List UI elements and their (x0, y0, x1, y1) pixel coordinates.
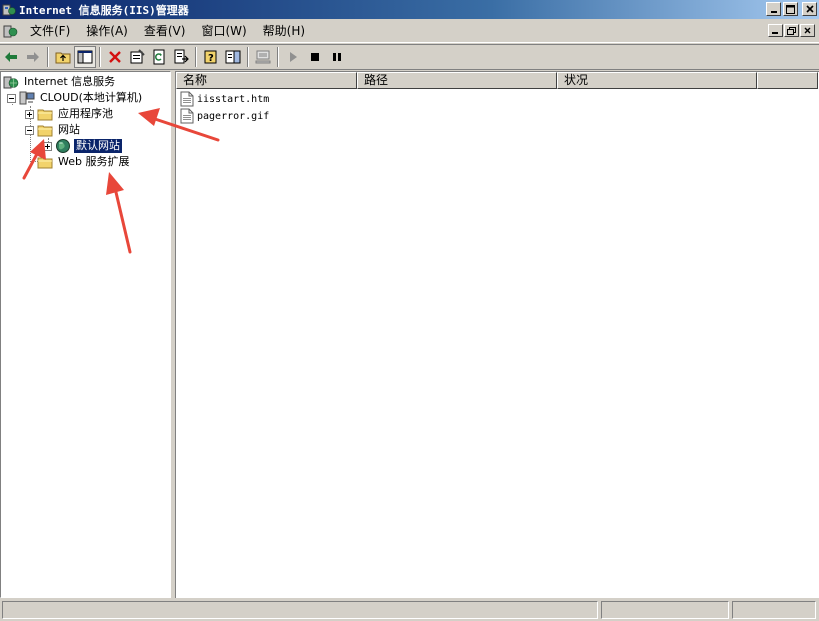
export-list-icon (174, 49, 189, 64)
svg-text:?: ? (208, 53, 214, 64)
status-panel-secondary (601, 601, 729, 619)
menu-view[interactable]: 查看(V) (136, 21, 194, 41)
tree-node-label: Internet 信息服务 (24, 75, 116, 88)
maximize-button[interactable] (783, 2, 798, 16)
back-arrow-icon (5, 52, 17, 62)
minimize-icon (770, 11, 777, 13)
help-button[interactable]: ? (200, 46, 222, 68)
up-one-level-button[interactable] (52, 46, 74, 68)
mdi-controls (768, 24, 815, 37)
tree-node-label: 应用程序池 (58, 107, 113, 120)
folder-icon (37, 109, 53, 121)
column-header-path[interactable]: 路径 (357, 72, 557, 89)
forward-button[interactable] (22, 46, 44, 68)
server-computer-icon (19, 91, 35, 105)
column-header-name[interactable]: 名称 (176, 72, 357, 89)
forward-arrow-icon (27, 52, 39, 62)
delete-x-icon (109, 51, 121, 63)
console-tree[interactable]: Internet 信息服务 CLOUD(本地计算机) 应用程序池 网站 默认网站… (0, 71, 171, 598)
pause-button[interactable] (326, 46, 348, 68)
tree-node-default-site[interactable]: 默认网站 (43, 138, 123, 154)
tree-node-app-pools[interactable]: 应用程序池 (25, 106, 115, 122)
tree-node-computer[interactable]: CLOUD(本地计算机) (7, 90, 144, 106)
column-header-status[interactable]: 状况 (557, 72, 757, 89)
show-hide-console-tree-button[interactable] (74, 46, 96, 68)
folder-up-icon (55, 52, 71, 64)
window-controls (766, 2, 817, 16)
document-icon (180, 108, 194, 124)
collapse-toggle[interactable] (7, 93, 16, 103)
iis-app-icon (2, 4, 16, 15)
list-item[interactable]: pagerror.gif (180, 108, 269, 124)
collapse-toggle[interactable] (25, 125, 34, 135)
globe-icon (56, 139, 70, 153)
menu-action[interactable]: 操作(A) (78, 21, 136, 41)
maximize-icon (786, 4, 795, 14)
console-tree-icon (77, 50, 93, 64)
delete-button[interactable] (104, 46, 126, 68)
tree-node-label: Web 服务扩展 (58, 155, 130, 168)
close-icon (805, 5, 814, 13)
toolbar-separator (47, 47, 49, 67)
folder-icon (37, 157, 53, 169)
properties-icon (130, 49, 145, 64)
play-icon (290, 52, 297, 62)
refresh-icon (153, 49, 165, 65)
start-button[interactable] (282, 46, 304, 68)
minimize-icon (772, 32, 778, 34)
status-bar (0, 599, 819, 621)
menu-file[interactable]: 文件(F) (22, 21, 78, 41)
minimize-button[interactable] (766, 2, 781, 16)
stop-icon (311, 53, 319, 61)
menu-help[interactable]: 帮助(H) (255, 21, 313, 41)
mdi-minimize-button[interactable] (768, 24, 783, 37)
tree-node-label: 网站 (58, 123, 80, 136)
title-bar[interactable]: Internet 信息服务(IIS)管理器 (0, 0, 819, 19)
menu-bar: 文件(F) 操作(A) 查看(V) 窗口(W) 帮助(H) (0, 20, 819, 43)
list-header: 名称 路径 状况 (176, 72, 818, 89)
tree-node-iis-root[interactable]: Internet 信息服务 (3, 74, 117, 90)
export-list-button[interactable] (170, 46, 192, 68)
mmc-system-menu-icon[interactable] (2, 23, 18, 39)
status-panel-main (2, 601, 598, 619)
toolbar: ? (0, 44, 819, 70)
back-button[interactable] (0, 46, 22, 68)
tree-node-websites[interactable]: 网站 (25, 122, 82, 138)
action-pane-icon (225, 50, 241, 64)
tree-node-web-extensions[interactable]: Web 服务扩展 (37, 154, 131, 170)
toolbar-separator (99, 47, 101, 67)
tree-node-label: 默认网站 (73, 138, 123, 154)
file-name: iisstart.htm (197, 93, 270, 105)
document-icon (180, 91, 194, 107)
file-name: pagerror.gif (197, 110, 270, 122)
pause-icon (333, 53, 341, 61)
iis-globe-icon (3, 76, 19, 89)
window-title: Internet 信息服务(IIS)管理器 (19, 3, 189, 17)
expand-toggle[interactable] (43, 141, 52, 151)
close-button[interactable] (802, 2, 817, 16)
tree-node-label: CLOUD(本地计算机) (40, 91, 143, 104)
help-book-icon: ? (204, 50, 217, 64)
toolbar-separator (195, 47, 197, 67)
iis-manager-window: Internet 信息服务(IIS)管理器 文件(F) 操作(A) 查看(V) … (0, 0, 819, 621)
folder-icon (37, 125, 53, 137)
mdi-close-button[interactable] (800, 24, 815, 37)
list-item[interactable]: iisstart.htm (180, 91, 269, 107)
computer-icon (255, 50, 271, 64)
refresh-button[interactable] (148, 46, 170, 68)
status-panel-tertiary (732, 601, 816, 619)
connect-computer-button[interactable] (252, 46, 274, 68)
details-list[interactable]: 名称 路径 状况 iisstart.htm pagerror.gif (175, 71, 819, 598)
expand-toggle[interactable] (25, 109, 34, 119)
toolbar-separator (277, 47, 279, 67)
mdi-restore-button[interactable] (784, 24, 799, 37)
column-header-empty (757, 72, 818, 89)
restore-icon (787, 26, 796, 35)
show-hide-action-pane-button[interactable] (222, 46, 244, 68)
menu-window[interactable]: 窗口(W) (193, 21, 254, 41)
properties-button[interactable] (126, 46, 148, 68)
close-icon (804, 27, 811, 34)
stop-button[interactable] (304, 46, 326, 68)
toolbar-separator (247, 47, 249, 67)
